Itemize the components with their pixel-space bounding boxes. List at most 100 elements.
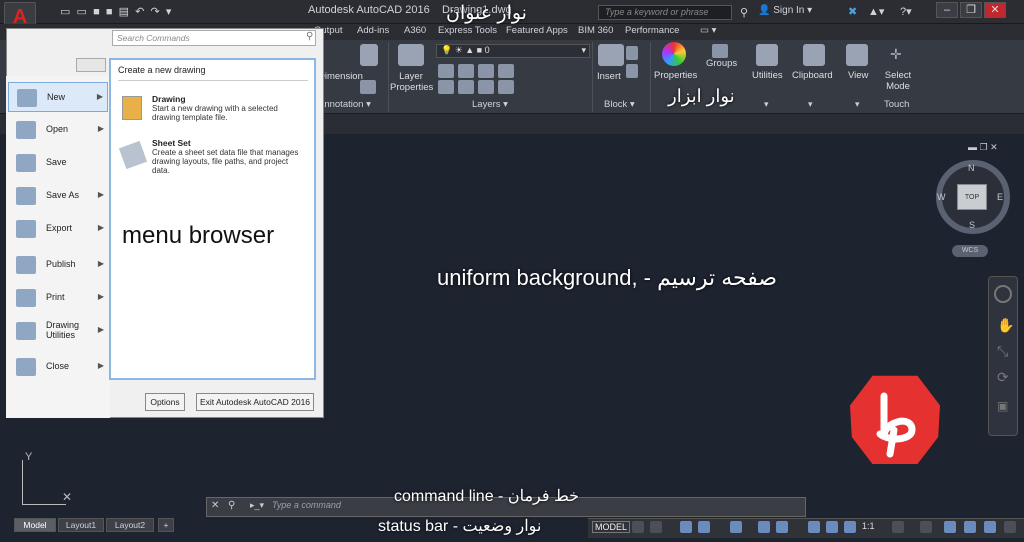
zoom-icon[interactable]: ⤡ (997, 343, 1008, 360)
new-sheet-set-option[interactable]: Sheet Set Create a sheet set data file t… (118, 138, 308, 184)
grid-icon[interactable] (632, 521, 644, 533)
open-icon[interactable]: ▭ (77, 6, 87, 18)
save-icon[interactable]: ■ (93, 6, 100, 18)
menu-item-open[interactable]: Open ▶ (8, 115, 108, 145)
auto-scale-icon[interactable] (826, 521, 838, 533)
tab-featured-apps[interactable]: Featured Apps (506, 25, 568, 36)
compass-west[interactable]: W (937, 192, 946, 202)
layer-properties-icon[interactable] (398, 44, 424, 66)
exchange-icon[interactable]: ✖ (848, 5, 857, 18)
command-line-close-icon[interactable]: ✕ (211, 500, 219, 511)
orbit-icon[interactable]: ⟳ (997, 369, 1009, 386)
qat-dropdown-icon[interactable]: ▾ (166, 6, 172, 18)
close-window-button[interactable]: ✕ (984, 2, 1006, 18)
utilities-icon[interactable] (756, 44, 778, 66)
exit-autocad-button[interactable]: Exit Autodesk AutoCAD 2016 (196, 393, 314, 411)
clipboard-button[interactable]: Clipboard (792, 70, 833, 81)
add-layout-button[interactable]: + (158, 518, 174, 532)
new-drawing-option[interactable]: Drawing Start a new drawing with a selec… (118, 94, 296, 134)
panel-block[interactable]: Block ▾ (604, 99, 635, 110)
recent-documents-icon[interactable] (76, 58, 106, 72)
options-button[interactable]: Options (145, 393, 185, 411)
select-mode-button[interactable]: Select Mode (882, 70, 914, 92)
ribbon-options-icon[interactable]: ▭ ▾ (700, 25, 716, 36)
isolate-objects-icon[interactable] (944, 521, 956, 533)
menu-item-print[interactable]: Print ▶ (8, 283, 108, 313)
layer-tool-icon[interactable] (498, 80, 514, 94)
clean-screen-icon[interactable] (984, 521, 996, 533)
dimension-label[interactable]: Dimension (318, 71, 363, 82)
menu-item-save[interactable]: Save (8, 148, 108, 178)
customization-menu-icon[interactable] (1004, 521, 1016, 533)
plus-icon[interactable] (920, 521, 932, 533)
keyword-search-input[interactable]: Type a keyword or phrase (598, 5, 732, 20)
ortho-icon[interactable] (680, 521, 692, 533)
compass-north[interactable]: N (968, 163, 975, 173)
isodraft-icon[interactable] (730, 521, 742, 533)
menu-item-close[interactable]: Close ▶ (8, 352, 108, 382)
undo-icon[interactable]: ↶ (135, 6, 144, 18)
clipboard-icon[interactable] (803, 44, 825, 66)
create-block-icon[interactable] (626, 46, 638, 60)
menu-item-new[interactable]: New ▶ (8, 82, 108, 112)
compass-east[interactable]: E (997, 192, 1003, 202)
new-icon[interactable]: ▭ (60, 6, 70, 18)
layer-tool-icon[interactable] (478, 80, 494, 94)
menu-item-save-as[interactable]: Save As ▶ (8, 181, 108, 211)
print-icon[interactable]: ▤ (119, 6, 129, 18)
groups-icon[interactable] (712, 44, 728, 58)
panel-touch[interactable]: Touch (884, 99, 909, 110)
saveas-icon[interactable]: ■ (106, 6, 113, 18)
compass-south[interactable]: S (969, 220, 975, 230)
sign-in-button[interactable]: 👤 Sign In ▾ (758, 5, 812, 16)
view-icon[interactable] (846, 44, 868, 66)
polar-tracking-icon[interactable] (698, 521, 710, 533)
insert-button[interactable]: Insert (597, 71, 621, 82)
select-mode-icon[interactable]: ✛ (890, 46, 902, 63)
showmotion-icon[interactable]: ▣ (997, 399, 1008, 413)
tab-layout1[interactable]: Layout1 (58, 518, 104, 532)
panel-dropdown-icon[interactable]: ▾ (808, 99, 813, 110)
menu-item-drawing-utilities[interactable]: Drawing Utilities ▶ (8, 316, 108, 348)
hardware-acceleration-icon[interactable] (964, 521, 976, 533)
binoculars-icon[interactable]: ⚲ (740, 6, 748, 19)
properties-icon[interactable] (662, 42, 686, 66)
model-space-toggle[interactable]: MODEL (592, 521, 631, 533)
utilities-button[interactable]: Utilities (752, 70, 783, 81)
panel-dropdown-icon[interactable]: ▾ (764, 99, 769, 110)
search-icon[interactable]: ⚲ (306, 31, 313, 42)
layer-properties-button[interactable]: Layer Properties (390, 71, 433, 93)
annotation-scale-value[interactable]: 1:1 (862, 521, 875, 531)
panel-dropdown-icon[interactable]: ▾ (855, 99, 860, 110)
minimize-button[interactable]: – (936, 2, 958, 18)
annotation-visibility-icon[interactable] (808, 521, 820, 533)
layer-tool-icon[interactable] (438, 80, 454, 94)
redo-icon[interactable]: ↷ (151, 6, 160, 18)
layer-dropdown[interactable]: 💡 ☀ ▲ ■ 0 ▾ (436, 44, 590, 58)
tab-add-ins[interactable]: Add-ins (357, 25, 389, 36)
menu-item-publish[interactable]: Publish ▶ (8, 250, 108, 280)
command-input[interactable]: Type a command (272, 500, 341, 510)
wcs-menu[interactable]: WCS (952, 245, 988, 257)
steering-wheel-icon[interactable] (994, 285, 1012, 303)
command-prompt-icon[interactable]: ▸_▾ (250, 500, 264, 511)
panel-layers[interactable]: Layers ▾ (472, 99, 508, 110)
help-icon[interactable]: ?▾ (900, 5, 912, 18)
autodesk-360-icon[interactable]: ▲▾ (868, 5, 884, 18)
insert-block-icon[interactable] (598, 44, 624, 66)
panel-annotation[interactable]: Annotation ▾ (318, 99, 371, 110)
layer-tool-icon[interactable] (458, 80, 474, 94)
groups-button[interactable]: Groups (706, 58, 737, 69)
tab-bim-360[interactable]: BIM 360 (578, 25, 613, 36)
layer-tool-icon[interactable] (498, 64, 514, 78)
search-commands-input[interactable]: Search Commands (112, 30, 316, 46)
restore-button[interactable]: ❐ (960, 2, 982, 18)
workspace-gear-icon[interactable] (892, 521, 904, 533)
object-snap-icon[interactable] (776, 521, 788, 533)
object-snap-tracking-icon[interactable] (758, 521, 770, 533)
tab-a360[interactable]: A360 (404, 25, 426, 36)
annotation-scale-icon[interactable] (844, 521, 856, 533)
command-line-customize-icon[interactable]: ⚲ (228, 500, 235, 511)
tab-performance[interactable]: Performance (625, 25, 679, 36)
pan-icon[interactable]: ✋ (997, 317, 1014, 334)
